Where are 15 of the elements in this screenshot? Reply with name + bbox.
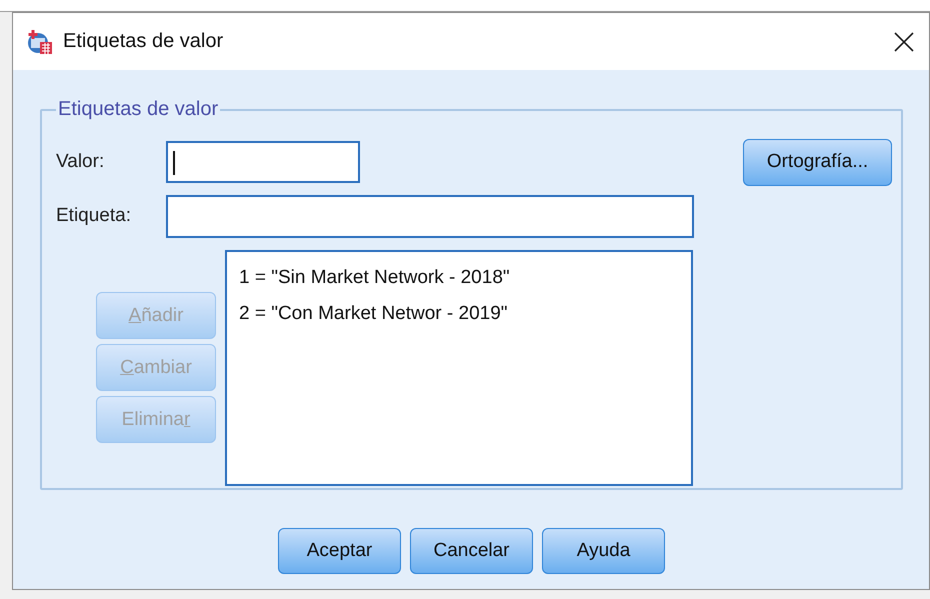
list-item[interactable]: 1 = "Sin Market Network - 2018" bbox=[239, 260, 679, 296]
dialog-button[interactable]: Cancelar bbox=[410, 528, 533, 574]
value-input-field[interactable] bbox=[166, 141, 360, 183]
close-icon[interactable] bbox=[893, 30, 915, 52]
label-input-field[interactable] bbox=[166, 194, 694, 238]
window-title: Etiquetas de valor bbox=[63, 30, 224, 53]
dialog-button[interactable]: Ayuda bbox=[542, 528, 665, 574]
dialog-button[interactable]: Aceptar bbox=[278, 528, 401, 574]
group-title: Etiquetas de valor bbox=[57, 98, 220, 121]
field-label: Etiqueta: bbox=[56, 205, 132, 227]
field-label: Valor: bbox=[56, 151, 106, 173]
list-item[interactable]: 2 = "Con Market Networ - 2019" bbox=[239, 296, 679, 332]
table-icon bbox=[27, 28, 53, 54]
value-labels-list[interactable]: 1 = "Sin Market Network - 2018" 2 = "Con Market Networ - 2019" bbox=[225, 250, 693, 486]
spelling-button[interactable]: Ortografía... bbox=[743, 138, 892, 186]
